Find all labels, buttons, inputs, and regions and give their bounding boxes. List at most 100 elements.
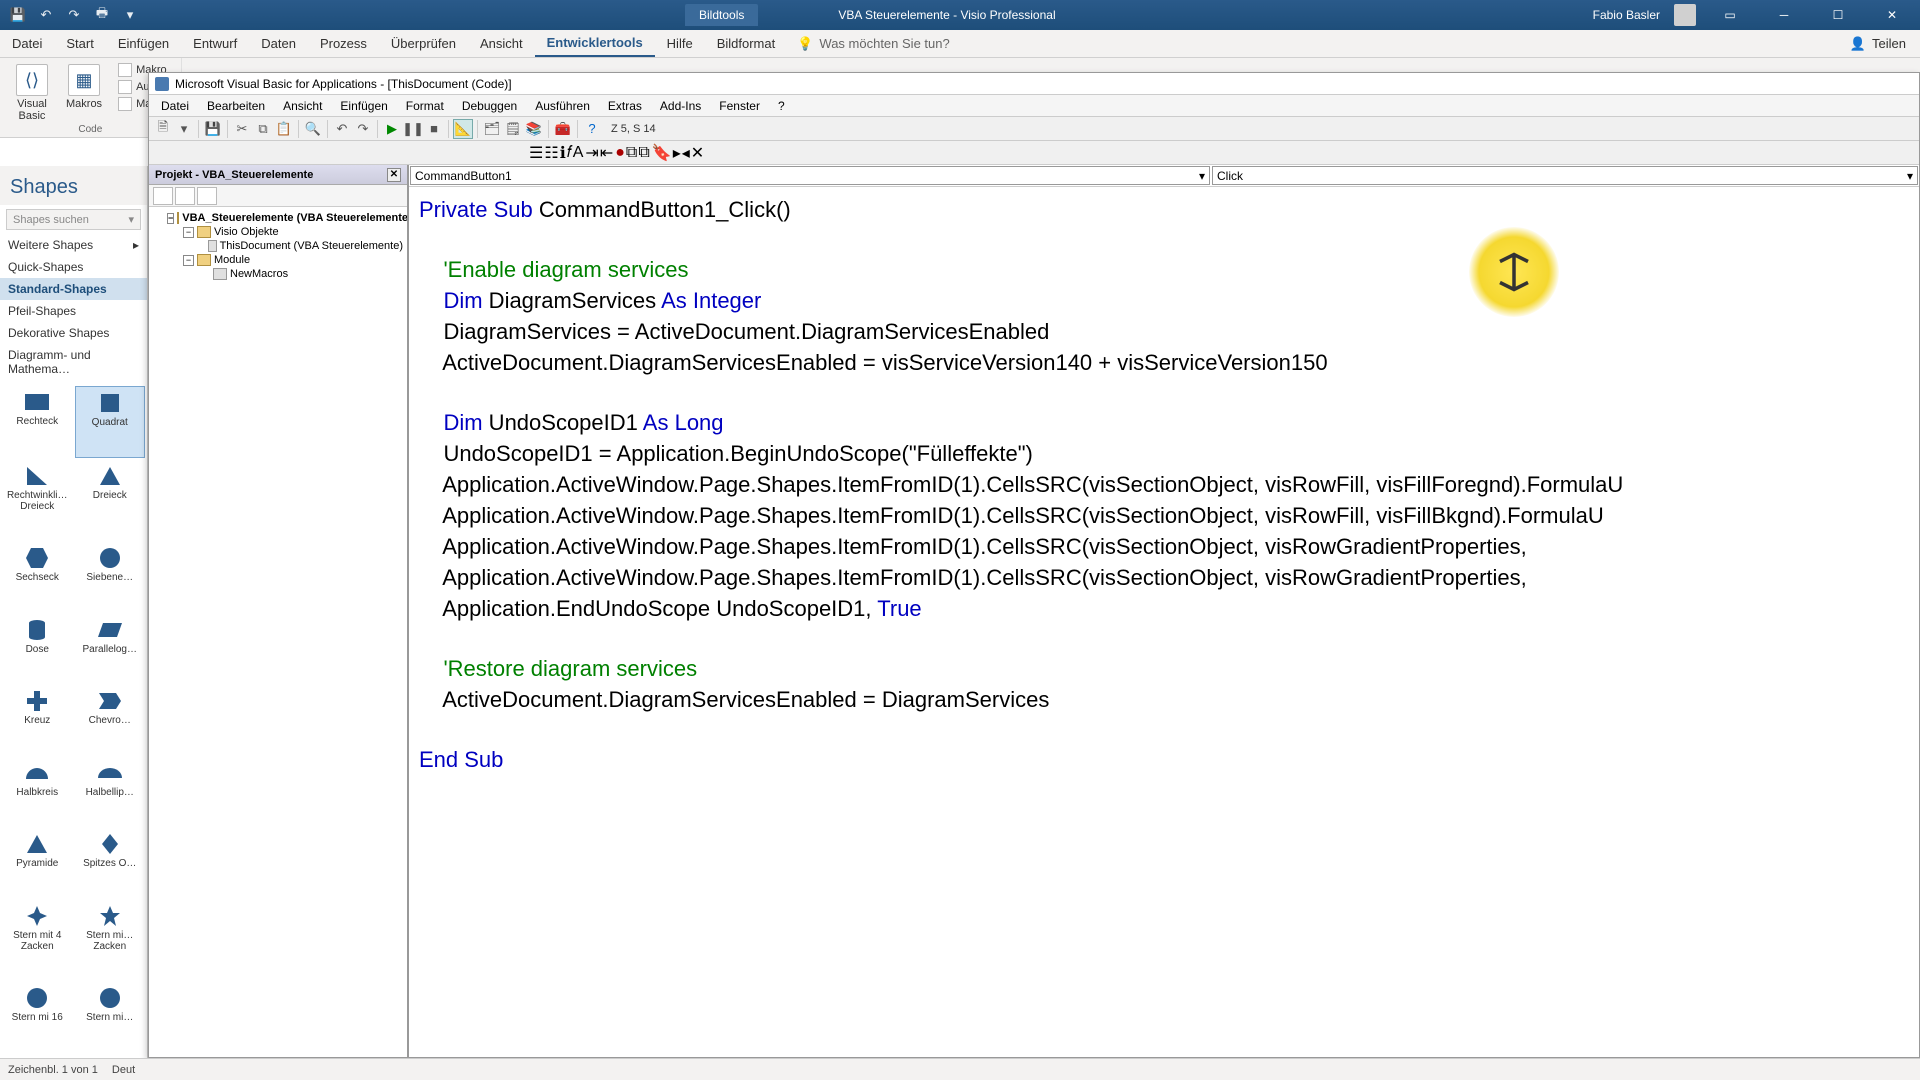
shape-halbkreis[interactable]: Halbkreis [2,757,73,827]
view-visio-icon[interactable]: 🗎 [153,119,173,139]
complete-word-icon[interactable]: A [573,144,584,162]
shapes-search[interactable]: Shapes suchen ▾ [6,209,141,230]
qat-dropdown-icon[interactable]: ▾ [122,7,138,23]
ribbon-display-icon[interactable]: ▭ [1710,0,1750,30]
tab-start[interactable]: Start [54,30,105,57]
find-icon[interactable]: 🔍 [303,119,323,139]
clear-bookmarks-icon[interactable]: ✕ [691,143,704,163]
tab-datei[interactable]: Datei [0,30,54,57]
project-tree[interactable]: −VBA_Steuerelemente (VBA Steuerelemente)… [149,207,407,1057]
insert-module-icon[interactable]: ▾ [174,119,194,139]
menu-debuggen[interactable]: Debuggen [454,97,525,115]
shape-rechteck[interactable]: Rechteck [2,386,73,458]
shape-dose[interactable]: Dose [2,614,73,684]
help-icon[interactable]: ? [582,119,602,139]
procedure-dropdown[interactable]: Click▾ [1212,166,1918,185]
tab-ansicht[interactable]: Ansicht [468,30,535,57]
maximize-icon[interactable]: ☐ [1818,0,1858,30]
comment-icon[interactable]: ⧉ [626,144,637,162]
print-icon[interactable]: 🖶 [94,7,110,23]
user-avatar[interactable] [1674,4,1696,26]
tab-hilfe[interactable]: Hilfe [655,30,705,57]
shape-stern4[interactable]: Stern mit 4 Zacken [2,900,73,981]
break-icon[interactable]: ❚❚ [403,119,423,139]
shape-recht-dreieck[interactable]: Rechtwinkli… Dreieck [2,460,73,541]
menu-einfuegen[interactable]: Einfügen [332,97,395,115]
properties-icon[interactable]: 🗒 [503,119,523,139]
shape-pyramide[interactable]: Pyramide [2,828,73,898]
shape-stern5[interactable]: Stern mi… Zacken [75,900,146,981]
paste-icon[interactable]: 📋 [274,119,294,139]
outdent-icon[interactable]: ⇤ [600,143,613,163]
uncomment-icon[interactable]: ⧉ [638,144,649,162]
copy-icon[interactable]: ⧉ [253,119,273,139]
menu-fenster[interactable]: Fenster [711,97,768,115]
cat-diagramm[interactable]: Diagramm- und Mathema… [0,344,147,380]
code-editor[interactable]: Private Sub CommandButton1_Click() 'Enab… [409,187,1919,1057]
indent-icon[interactable]: ⇥ [585,143,598,163]
reset-icon[interactable]: ■ [424,119,444,139]
project-explorer-icon[interactable]: 🗂 [482,119,502,139]
undo-icon[interactable]: ↶ [332,119,352,139]
shape-chevron[interactable]: Chevro… [75,685,146,755]
shape-kreuz[interactable]: Kreuz [2,685,73,755]
menu-help[interactable]: ? [770,97,793,115]
view-object-icon[interactable] [175,187,195,205]
shape-stern16[interactable]: Stern mi 16 [2,982,73,1052]
tab-entwurf[interactable]: Entwurf [181,30,249,57]
parameter-info-icon[interactable]: 𝑓 [567,144,572,162]
list-constants-icon[interactable]: ☷ [544,143,558,163]
object-dropdown[interactable]: CommandButton1▾ [410,166,1210,185]
makros-button[interactable]: ▦ Makros [60,62,108,124]
view-code-icon[interactable] [153,187,173,205]
prev-bookmark-icon[interactable]: ◂ [682,143,690,163]
save-icon[interactable]: 💾 [10,7,26,23]
cat-weitere[interactable]: Weitere Shapes▸ [0,234,147,256]
cat-dekorative[interactable]: Dekorative Shapes [0,322,147,344]
tab-entwicklertools[interactable]: Entwicklertools [535,30,655,57]
shape-siebeneck[interactable]: Siebene… [75,542,146,612]
shape-spitzes[interactable]: Spitzes O… [75,828,146,898]
bookmark-icon[interactable]: 🔖 [652,143,672,163]
menu-format[interactable]: Format [398,97,452,115]
redo-icon[interactable]: ↷ [66,7,82,23]
shape-stern-other[interactable]: Stern mi… [75,982,146,1052]
share-button[interactable]: Teilen [1872,36,1906,51]
tab-bildformat[interactable]: Bildformat [705,30,788,57]
quick-info-icon[interactable]: ℹ [560,143,566,163]
toggle-folders-icon[interactable] [197,187,217,205]
collapse-icon[interactable]: − [167,213,174,224]
menu-datei[interactable]: Datei [153,97,197,115]
shape-sechseck[interactable]: Sechseck [2,542,73,612]
undo-icon[interactable]: ↶ [38,7,54,23]
shape-dreieck[interactable]: Dreieck [75,460,146,541]
shape-parallelogramm[interactable]: Parallelog… [75,614,146,684]
tell-me-search[interactable]: 💡 Was möchten Sie tun? [787,30,960,57]
menu-ansicht[interactable]: Ansicht [275,97,330,115]
minimize-icon[interactable]: ─ [1764,0,1804,30]
close-icon[interactable]: ✕ [1872,0,1912,30]
cat-quick[interactable]: Quick-Shapes [0,256,147,278]
object-browser-icon[interactable]: 📚 [524,119,544,139]
collapse-icon[interactable]: − [183,255,194,266]
tab-daten[interactable]: Daten [249,30,308,57]
cut-icon[interactable]: ✂ [232,119,252,139]
tab-einfuegen[interactable]: Einfügen [106,30,181,57]
project-close-icon[interactable]: ✕ [387,168,401,182]
redo-icon[interactable]: ↷ [353,119,373,139]
menu-bearbeiten[interactable]: Bearbeiten [199,97,273,115]
menu-ausfuehren[interactable]: Ausführen [527,97,598,115]
shape-halbellipse[interactable]: Halbellip… [75,757,146,827]
save-icon[interactable]: 💾 [203,119,223,139]
cat-pfeil[interactable]: Pfeil-Shapes [0,300,147,322]
list-properties-icon[interactable]: ☰ [529,143,543,163]
tab-prozess[interactable]: Prozess [308,30,379,57]
menu-addins[interactable]: Add-Ins [652,97,709,115]
design-mode-icon[interactable]: 📐 [453,119,473,139]
toolbox-icon[interactable]: 🧰 [553,119,573,139]
run-icon[interactable]: ▶ [382,119,402,139]
breakpoint-icon[interactable]: ● [615,144,625,162]
next-bookmark-icon[interactable]: ▸ [673,143,681,163]
visual-basic-button[interactable]: ⟨⟩ Visual Basic [10,62,54,124]
collapse-icon[interactable]: − [183,227,194,238]
